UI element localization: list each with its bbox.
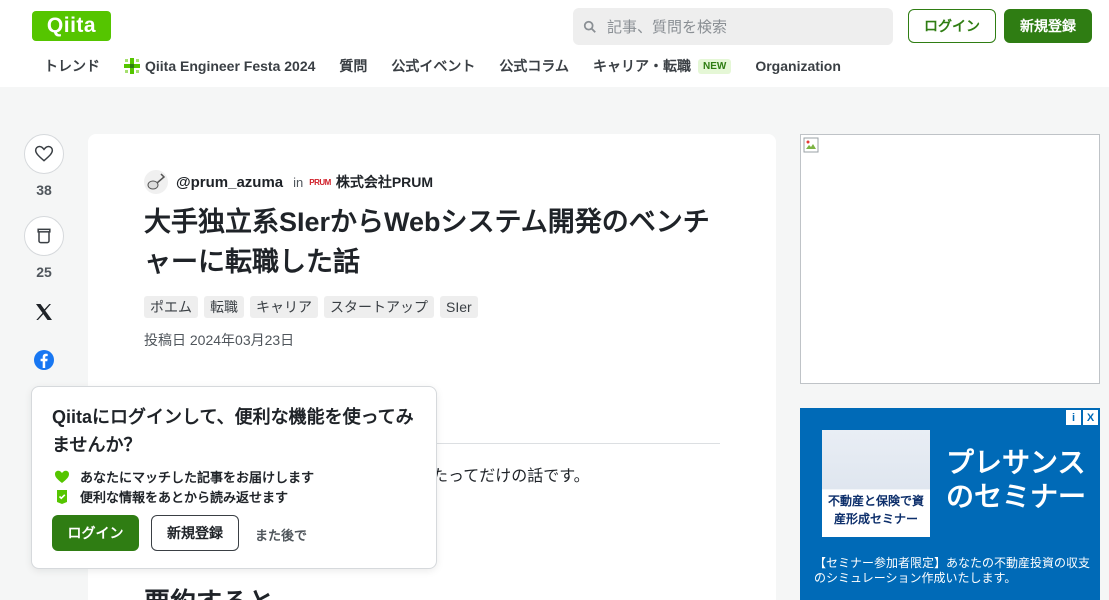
heart-icon [34,145,54,162]
nav-item-trend[interactable]: トレンド [44,56,100,76]
org-logo[interactable]: PRUM [309,178,331,187]
nav-item-label: 公式コラム [499,58,569,74]
tag[interactable]: キャリア [250,296,318,318]
perk-text: あなたにマッチした記事をお届けします [80,470,315,485]
nav-item-official-events[interactable]: 公式イベント [391,56,475,76]
tag-list: ポエム 転職 キャリア スタートアップ SIer [144,296,484,318]
facebook-icon [34,350,54,370]
search-input[interactable]: 記事、質問を検索 [573,8,893,45]
share-facebook-button[interactable] [24,346,64,374]
new-badge: NEW [698,58,732,74]
login-button[interactable]: ログイン [908,9,996,43]
perk-item: 便利な情報をあとから読み返せます [54,487,288,506]
nav-item-label: トレンド [44,58,100,74]
global-nav: トレンド Qiita Engineer Festa 2024 質問 公式イベント… [44,56,865,76]
org-name[interactable]: 株式会社PRUM [336,172,433,192]
x-logo-icon [36,304,52,320]
posted-date: 投稿日 2024年03月23日 [144,332,295,348]
author-name[interactable]: @prum_azuma [176,174,283,191]
ad-info-icon[interactable]: i [1066,410,1081,425]
stock-button[interactable] [24,216,64,256]
share-x-button[interactable] [24,298,64,326]
login-prompt-popup: Qiitaにログインして、便利な機能を使ってみませんか？ あなたにマッチした記事… [31,386,437,569]
ad-photo: 不動産と保険で資産形成セミナー [822,430,930,537]
bookmark-check-icon [57,489,67,504]
heart-filled-icon [55,470,69,483]
nav-item-festa[interactable]: Qiita Engineer Festa 2024 [124,58,315,74]
nav-item-career[interactable]: キャリア・転職 NEW [593,56,732,76]
festa-icon [124,58,140,74]
search-placeholder: 記事、質問を検索 [607,19,728,36]
search-icon [583,20,596,33]
article-title: 大手独立系SIerからWebシステム開発のベンチャーに転職した話 [144,207,710,277]
qiita-logo[interactable]: Qiita [32,11,111,41]
popup-login-button[interactable]: ログイン [52,515,139,551]
site-header: Qiita 記事、質問を検索 ログイン 新規登録 トレンド Qiita Engi… [0,0,1109,87]
tag[interactable]: SIer [440,296,478,318]
in-label: in [293,174,304,190]
author-row: @prum_azuma in PRUM 株式会社PRUM [144,170,433,194]
tag[interactable]: スタートアップ [324,296,434,318]
article-heading: 要約すると [144,582,274,600]
broken-image-icon [803,137,819,153]
article-body-text: たってだけの話です。 [432,468,590,485]
ad-photo-text: 不動産と保険で資産形成セミナー [827,494,924,526]
nav-item-label: 質問 [339,58,368,74]
nav-item-label: Qiita Engineer Festa 2024 [145,58,316,74]
popup-later-link[interactable]: また後で [255,525,307,544]
stock-icon [37,228,51,244]
ad-headline: プレサンスのセミナー [946,447,1087,512]
nav-item-organization[interactable]: Organization [755,58,841,74]
popup-signup-button[interactable]: 新規登録 [151,515,239,551]
like-button[interactable] [24,134,64,174]
ad-banner-bottom[interactable]: 不動産と保険で資産形成セミナー プレサンスのセミナー 【セミナー参加者限定】あな… [800,408,1100,600]
ad-banner-top[interactable] [800,134,1100,384]
perk-text: 便利な情報をあとから読み返せます [80,490,289,505]
nav-item-label: 公式イベント [391,58,476,74]
guitar-avatar-icon [147,173,166,190]
article-actions: 38 25 [24,134,64,374]
tag[interactable]: 転職 [204,296,244,318]
ad-copy: 【セミナー参加者限定】あなたの不動産投資の収支のシミュレーション作成いたします。 [814,556,1091,585]
popup-title: Qiitaにログインして、便利な機能を使ってみませんか？ [52,407,414,455]
nav-item-questions[interactable]: 質問 [339,56,367,76]
perk-item: あなたにマッチした記事をお届けします [54,467,314,486]
nav-item-label: キャリア・転職 [593,58,691,74]
nav-item-label: Organization [755,58,841,74]
ad-close-icon[interactable]: X [1083,410,1098,425]
nav-item-official-column[interactable]: 公式コラム [499,56,569,76]
stock-count: 25 [36,264,52,280]
author-avatar[interactable] [144,170,168,194]
signup-button[interactable]: 新規登録 [1004,9,1092,43]
ad-choices[interactable]: i X [1064,410,1098,425]
like-count: 38 [36,182,52,198]
tag[interactable]: ポエム [144,296,198,318]
